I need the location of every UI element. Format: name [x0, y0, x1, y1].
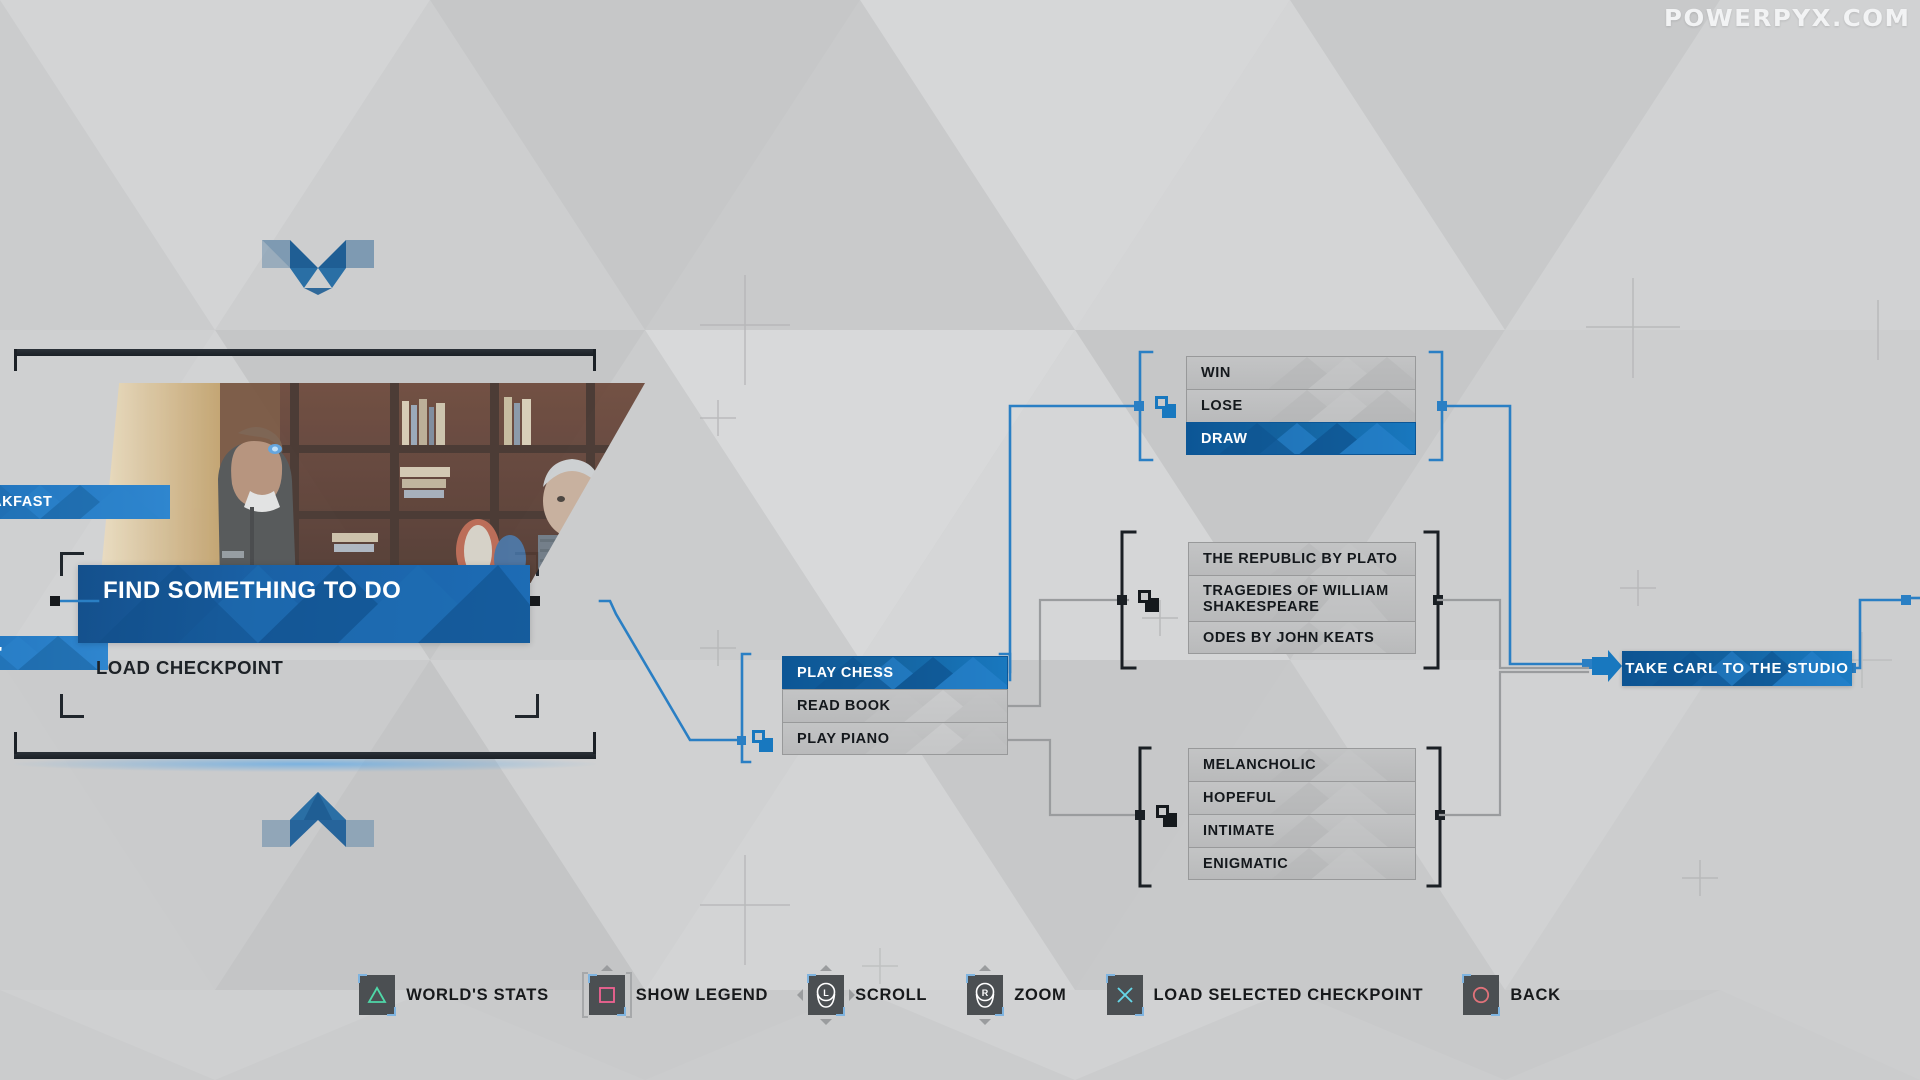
node-group-books: THE REPUBLIC BY PLATO TRAGEDIES OF WILLI… — [1188, 542, 1416, 654]
node-label: PLAY CHESS — [797, 665, 894, 681]
chapter-tag-top: E BREAKFAST — [0, 485, 170, 519]
node-hopeful[interactable]: HOPEFUL — [1188, 781, 1416, 814]
load-checkpoint-label: LOAD CHECKPOINT — [96, 657, 284, 678]
arrow-up-icon — [979, 965, 992, 971]
panel-frame-top — [14, 349, 596, 356]
node-odes-by-john-keats[interactable]: ODES BY JOHN KEATS — [1188, 621, 1416, 654]
junction-icon-activity — [752, 730, 773, 752]
controller-prompt-bar: WORLD'S STATS SHOW LEGEND L SCROLL R ZOO… — [0, 963, 1920, 1027]
prompt-show-legend[interactable]: SHOW LEGEND — [581, 965, 769, 1018]
node-intimate[interactable]: INTIMATE — [1188, 814, 1416, 847]
prompt-label: LOAD SELECTED CHECKPOINT — [1153, 985, 1424, 1004]
node-the-republic-by-plato[interactable]: THE REPUBLIC BY PLATO — [1188, 542, 1416, 575]
chapter-tag-top-label: E BREAKFAST — [0, 494, 53, 510]
node-read-book[interactable]: READ BOOK — [782, 689, 1008, 722]
node-label: ENIGMATIC — [1203, 855, 1289, 872]
prompt-scroll[interactable]: L SCROLL — [797, 965, 928, 1025]
prompt-load-selected-checkpoint[interactable]: LOAD SELECTED CHECKPOINT — [1105, 974, 1424, 1016]
node-label: TRAGEDIES OF WILLIAM SHAKESPEARE — [1203, 582, 1389, 615]
node-label: WIN — [1201, 365, 1231, 381]
prompt-worlds-stats[interactable]: WORLD'S STATS — [358, 974, 549, 1016]
node-take-carl-to-the-studio[interactable]: TAKE CARL TO THE STUDIO — [1622, 651, 1852, 686]
right-stick-icon[interactable]: R — [966, 965, 1005, 1025]
selection-corner-bottomright — [515, 694, 539, 718]
node-melancholic[interactable]: MELANCHOLIC — [1188, 748, 1416, 781]
node-win[interactable]: WIN — [1186, 356, 1416, 389]
cross-button-icon[interactable] — [1105, 974, 1144, 1016]
svg-text:R: R — [982, 988, 989, 998]
svg-text:L: L — [823, 988, 829, 998]
powerpyx-watermark: POWERPYX.COM — [1664, 6, 1911, 32]
node-play-chess[interactable]: PLAY CHESS — [782, 656, 1008, 689]
panel-frame-bottom — [14, 752, 596, 759]
node-group-chess-outcome: WIN LOSE DRAW — [1186, 356, 1416, 455]
prompt-label: SHOW LEGEND — [635, 985, 769, 1004]
selected-checkpoint-title: FIND SOMETHING TO DO — [103, 577, 402, 604]
prompt-label: BACK — [1510, 985, 1561, 1004]
arrow-up-icon — [820, 965, 833, 971]
square-button-icon[interactable] — [581, 965, 632, 1018]
circle-button-icon[interactable] — [1462, 974, 1501, 1016]
arrow-right-icon — [849, 989, 856, 1001]
prompt-label: WORLD'S STATS — [406, 985, 549, 1004]
arrow-up-icon — [600, 965, 613, 971]
node-group-activity: PLAY CHESS READ BOOK PLAY PIANO — [782, 656, 1008, 755]
prompt-label: ZOOM — [1014, 985, 1067, 1004]
dpad-bracket-icon — [581, 972, 632, 1018]
triangle-button-icon[interactable] — [358, 974, 397, 1016]
node-label: INTIMATE — [1203, 823, 1275, 839]
node-lose[interactable]: LOSE — [1186, 389, 1416, 422]
node-label: THE REPUBLIC BY PLATO — [1203, 551, 1398, 567]
prompt-back[interactable]: BACK — [1462, 974, 1561, 1016]
chevron-down-icon — [262, 240, 374, 300]
node-draw[interactable]: DRAW — [1186, 422, 1416, 455]
node-label: READ BOOK — [797, 698, 891, 714]
panel-frame-tick-topleft — [14, 349, 17, 371]
panel-frame-tick-topright — [593, 349, 596, 371]
arrow-down-icon — [979, 1019, 992, 1025]
chevron-up-icon — [262, 792, 374, 852]
junction-icon-mood — [1156, 805, 1177, 827]
arrow-down-icon — [820, 1019, 833, 1025]
panel-frame-tick-bottomright — [593, 732, 596, 754]
node-play-piano[interactable]: PLAY PIANO — [782, 722, 1008, 755]
node-label: DRAW — [1201, 430, 1248, 447]
node-group-piano-mood: MELANCHOLIC HOPEFUL INTIMATE ENIGMATIC — [1188, 748, 1416, 880]
node-label: TAKE CARL TO THE STUDIO — [1625, 660, 1849, 677]
prompt-zoom[interactable]: R ZOOM — [966, 965, 1067, 1025]
left-stick-icon[interactable]: L — [797, 965, 856, 1025]
node-label: ODES BY JOHN KEATS — [1203, 629, 1375, 646]
panel-frame-tick-bottomleft — [14, 732, 17, 754]
node-label: PLAY PIANO — [797, 730, 890, 747]
prompt-label: SCROLL — [855, 985, 928, 1004]
junction-icon-chess-outcome — [1155, 396, 1176, 418]
chapter-tag-bottom-label: MARKUS' — [0, 645, 3, 661]
node-label: LOSE — [1201, 398, 1243, 414]
node-enigmatic[interactable]: ENIGMATIC — [1188, 847, 1416, 880]
node-label: MELANCHOLIC — [1203, 757, 1317, 773]
arrow-left-icon — [797, 989, 804, 1001]
selection-corner-bottomleft — [60, 694, 84, 718]
node-tragedies-of-william-shakespeare[interactable]: TRAGEDIES OF WILLIAM SHAKESPEARE — [1188, 575, 1416, 621]
junction-icon-books — [1138, 590, 1159, 612]
flowchart-screen: POWERPYX.COM KFAST FIND SOMETHING TO DO … — [0, 0, 1920, 1080]
node-label: HOPEFUL — [1203, 790, 1277, 806]
selected-checkpoint-card[interactable]: FIND SOMETHING TO DO — [78, 565, 530, 643]
